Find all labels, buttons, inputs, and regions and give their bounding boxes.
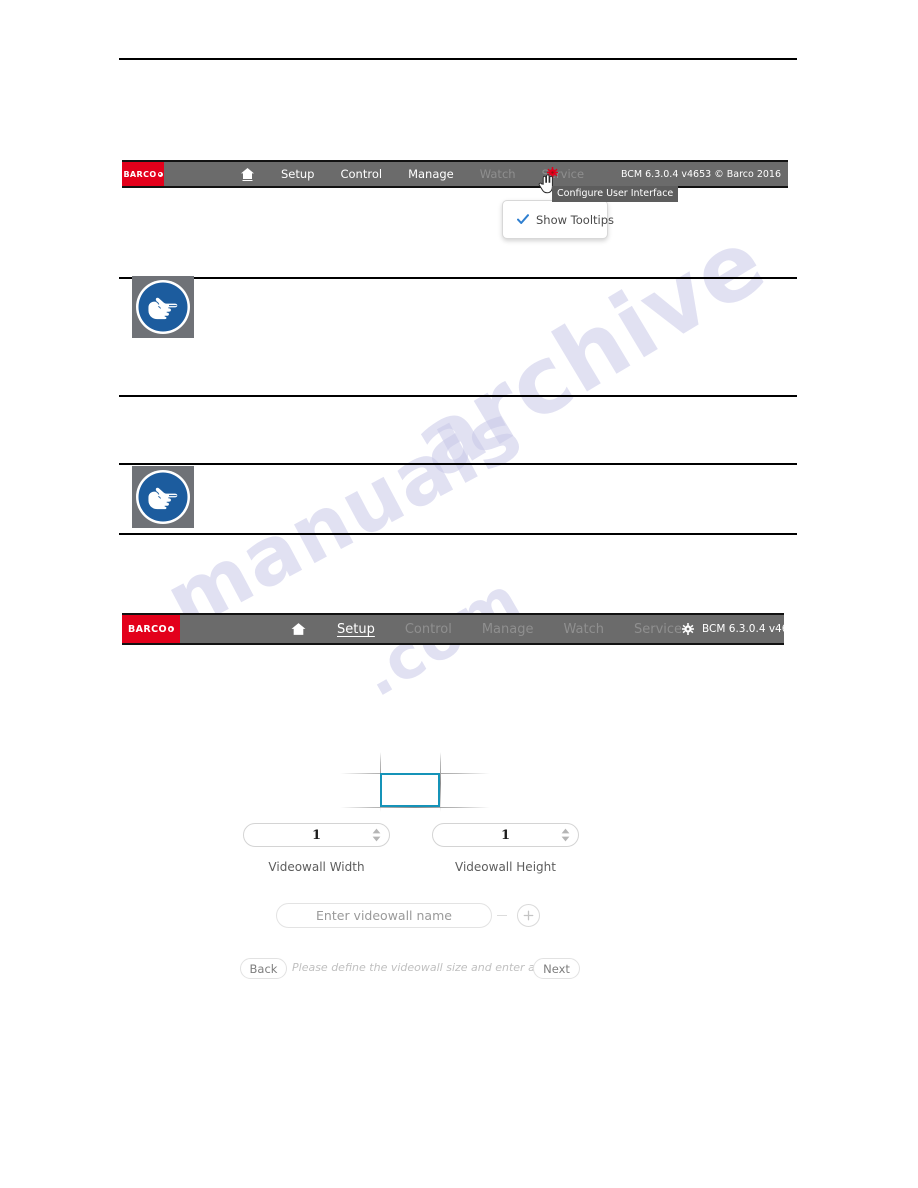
videowall-height-value: 1	[500, 827, 511, 843]
width-stepper-arrows[interactable]	[372, 828, 381, 842]
barco-logo: BARCO	[122, 162, 164, 186]
nav-item-control[interactable]: Control	[340, 167, 382, 181]
nav-item-manage: Manage	[481, 621, 534, 637]
height-stepper-arrows[interactable]	[561, 828, 570, 842]
show-tooltips-checkbox-row[interactable]: Show Tooltips	[517, 213, 614, 227]
videowall-width-stepper[interactable]: 1	[243, 823, 390, 847]
show-tooltips-popup: Show Tooltips	[502, 200, 614, 239]
nav-item-setup[interactable]: Setup	[337, 622, 375, 637]
next-button[interactable]: Next	[533, 958, 580, 979]
add-videowall-button[interactable]	[517, 904, 540, 927]
nav-item-control: Control	[404, 621, 452, 637]
form-hint-text: Please define the videowall size and ent…	[292, 961, 570, 974]
gear-icon[interactable]	[547, 165, 558, 178]
barco-logo-dot-icon	[157, 171, 163, 177]
gear-icon[interactable]	[682, 623, 695, 635]
connector-dash	[497, 915, 507, 916]
guide-line-vertical-right	[440, 752, 441, 812]
nav-item-watch: Watch	[479, 167, 516, 181]
app-toolbar: BARCO Setup Control Manage Watch Service…	[122, 160, 788, 188]
videowall-name-input[interactable]: Enter videowall name	[276, 903, 492, 928]
nav-item-watch: Watch	[563, 621, 604, 637]
toolbar-nav: Setup Control Manage Watch Service	[180, 615, 682, 643]
nav-item-setup[interactable]: Setup	[281, 167, 314, 181]
videowall-cell[interactable]	[380, 773, 440, 807]
barco-logo: BARCO	[122, 615, 180, 643]
videowall-height-label: Videowall Height	[455, 860, 556, 874]
version-label: BCM 6.3.0.4 v4653 © Barco 2016	[702, 623, 879, 635]
videowall-name-placeholder: Enter videowall name	[316, 908, 452, 923]
videowall-height-stepper[interactable]: 1	[432, 823, 579, 847]
nav-item-service: Service	[633, 621, 683, 637]
screenshot-bottom-ui: BARCO Setup Control Manage Watch Service	[122, 613, 879, 645]
barco-logo-text: BARCO	[123, 169, 157, 179]
home-icon[interactable]	[290, 622, 307, 637]
version-label: BCM 6.3.0.4 v4653 © Barco 2016	[620, 168, 781, 180]
tooltip-configure-user-interface: Configure User Interface	[552, 186, 679, 202]
version-area: BCM 6.3.0.4 v4653 © Barco 2016	[682, 615, 887, 643]
show-tooltips-label: Show Tooltips	[536, 212, 615, 227]
videowall-width-label: Videowall Width	[268, 860, 365, 874]
screenshot-top-ui: BARCO Setup Control Manage Watch Service…	[122, 160, 788, 188]
checkmark-icon[interactable]	[517, 214, 529, 225]
app-toolbar: BARCO Setup Control Manage Watch Service	[122, 613, 879, 645]
nav-item-manage[interactable]: Manage	[408, 167, 454, 181]
guide-line-horizontal-bottom	[340, 807, 490, 808]
videowall-preview	[340, 752, 490, 812]
home-icon[interactable]	[240, 167, 255, 181]
barco-logo-text: BARCO	[128, 623, 167, 635]
barco-logo-dot-icon	[167, 626, 174, 632]
back-button[interactable]: Back	[240, 958, 287, 979]
videowall-width-value: 1	[311, 827, 322, 843]
